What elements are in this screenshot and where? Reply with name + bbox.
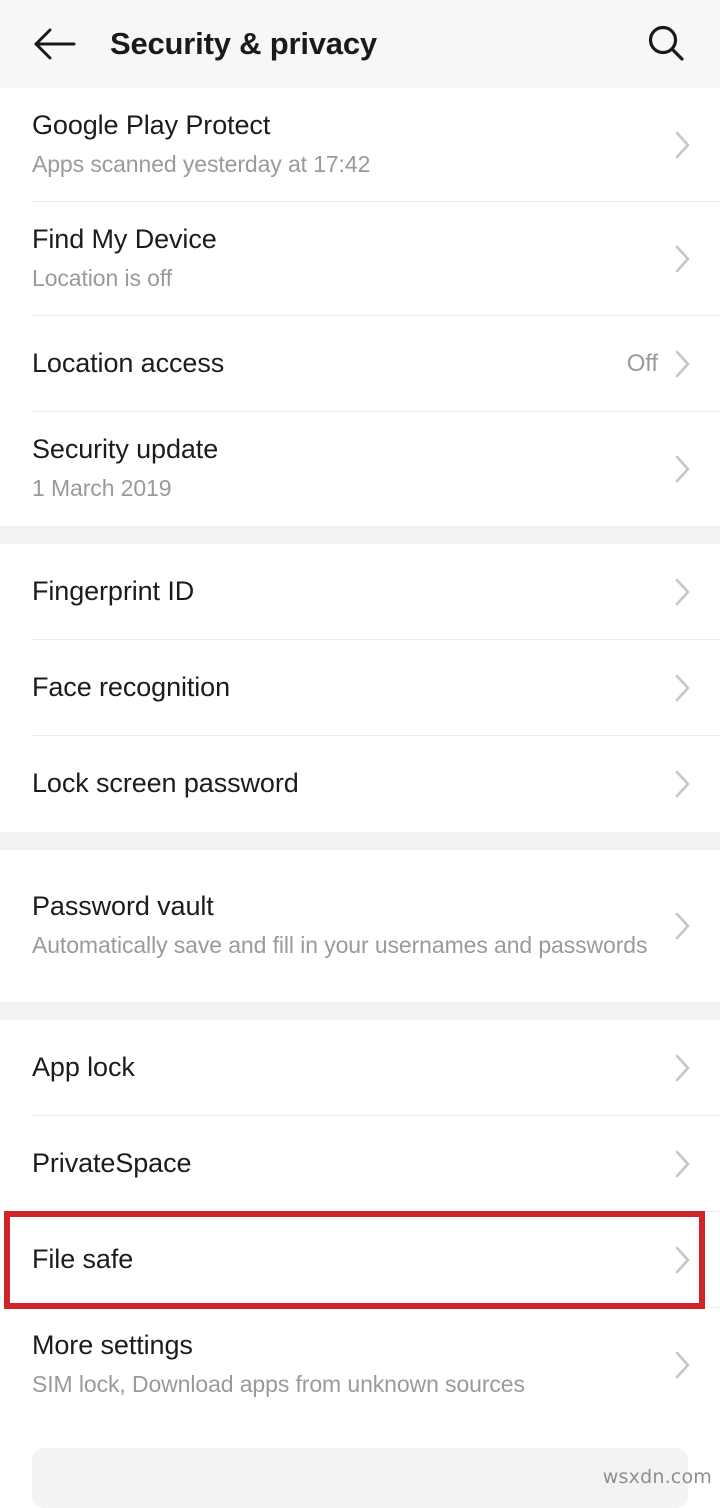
group-separator bbox=[0, 526, 720, 544]
list-item-text: Password vault Automatically save and fil… bbox=[32, 891, 670, 961]
search-button[interactable] bbox=[638, 16, 694, 72]
arrow-left-icon bbox=[34, 27, 76, 61]
chevron-right-icon bbox=[670, 1243, 696, 1277]
list-item-title: More settings bbox=[32, 1330, 193, 1361]
list-item-subtitle: SIM lock, Download apps from unknown sou… bbox=[32, 1371, 525, 1398]
list-item-text: App lock bbox=[32, 1052, 670, 1084]
list-item-subtitle: Apps scanned yesterday at 17:42 bbox=[32, 151, 371, 178]
list-item-face-recognition[interactable]: Face recognition bbox=[0, 640, 720, 736]
chevron-right-icon bbox=[670, 242, 696, 276]
chevron-right-icon bbox=[670, 1147, 696, 1181]
list-item-text: PrivateSpace bbox=[32, 1148, 670, 1180]
chevron-right-icon bbox=[670, 575, 696, 609]
list-item-private-space[interactable]: PrivateSpace bbox=[0, 1116, 720, 1212]
list-item-text: Find My Device Location is off bbox=[32, 224, 670, 294]
list-item-title: Lock screen password bbox=[32, 768, 299, 799]
list-item-fingerprint-id[interactable]: Fingerprint ID bbox=[0, 544, 720, 640]
list-item-title: Location access bbox=[32, 348, 225, 379]
chevron-right-icon bbox=[670, 909, 696, 943]
chevron-right-icon bbox=[670, 671, 696, 705]
list-item-title: Security update bbox=[32, 434, 219, 465]
chevron-right-icon bbox=[670, 767, 696, 801]
list-item-subtitle: Automatically save and fill in your user… bbox=[32, 932, 648, 959]
chevron-right-icon bbox=[670, 1348, 696, 1382]
list-item-title: PrivateSpace bbox=[32, 1148, 192, 1179]
watermark: wsxdn.com bbox=[602, 1466, 712, 1488]
group-separator bbox=[0, 1002, 720, 1020]
list-item-text: Lock screen password bbox=[32, 768, 670, 800]
list-item-file-safe[interactable]: File safe bbox=[0, 1212, 720, 1308]
list-item-security-update[interactable]: Security update 1 March 2019 bbox=[0, 412, 720, 526]
chevron-right-icon bbox=[670, 128, 696, 162]
list-item-find-my-device[interactable]: Find My Device Location is off bbox=[0, 202, 720, 316]
list-item-title: Password vault bbox=[32, 891, 214, 922]
list-item-title: Google Play Protect bbox=[32, 110, 271, 141]
group-separator bbox=[0, 832, 720, 850]
list-item-text: More settings SIM lock, Download apps fro… bbox=[32, 1330, 670, 1400]
bottom-card[interactable] bbox=[32, 1448, 688, 1508]
chevron-right-icon bbox=[670, 452, 696, 486]
group-password-vault: Password vault Automatically save and fil… bbox=[0, 850, 720, 1002]
page-title: Security & privacy bbox=[110, 26, 377, 61]
chevron-right-icon bbox=[670, 347, 696, 381]
list-item-text: File safe bbox=[32, 1244, 670, 1276]
list-item-subtitle: 1 March 2019 bbox=[32, 475, 172, 502]
group-privacy: App lock PrivateSpace File safe More settin… bbox=[0, 1020, 720, 1422]
list-item-text: Google Play Protect Apps scanned yesterda… bbox=[32, 110, 670, 180]
list-item-password-vault[interactable]: Password vault Automatically save and fil… bbox=[0, 850, 720, 1002]
group-status: Google Play Protect Apps scanned yesterda… bbox=[0, 88, 720, 526]
list-item-text: Security update 1 March 2019 bbox=[32, 434, 670, 504]
list-item-text: Location access bbox=[32, 348, 627, 380]
list-item-location-access[interactable]: Location access Off bbox=[0, 316, 720, 412]
list-item-title: Face recognition bbox=[32, 672, 231, 703]
list-item-text: Fingerprint ID bbox=[32, 576, 670, 608]
list-item-lock-screen-password[interactable]: Lock screen password bbox=[0, 736, 720, 832]
list-item-app-lock[interactable]: App lock bbox=[0, 1020, 720, 1116]
search-icon bbox=[645, 23, 687, 65]
chevron-right-icon bbox=[670, 1051, 696, 1085]
list-item-google-play-protect[interactable]: Google Play Protect Apps scanned yesterda… bbox=[0, 88, 720, 202]
list-item-value: Off bbox=[626, 350, 658, 377]
list-item-more-settings[interactable]: More settings SIM lock, Download apps fro… bbox=[0, 1308, 720, 1422]
back-button[interactable] bbox=[28, 17, 82, 71]
group-biometrics: Fingerprint ID Face recognition Lock scree… bbox=[0, 544, 720, 832]
list-item-text: Face recognition bbox=[32, 672, 670, 704]
settings-list: Google Play Protect Apps scanned yesterda… bbox=[0, 88, 720, 1422]
list-item-title: Find My Device bbox=[32, 224, 217, 255]
list-item-title: File safe bbox=[32, 1244, 134, 1275]
list-item-title: App lock bbox=[32, 1052, 135, 1083]
app-bar: Security & privacy bbox=[0, 0, 720, 88]
list-item-subtitle: Location is off bbox=[32, 265, 173, 292]
list-item-title: Fingerprint ID bbox=[32, 576, 195, 607]
